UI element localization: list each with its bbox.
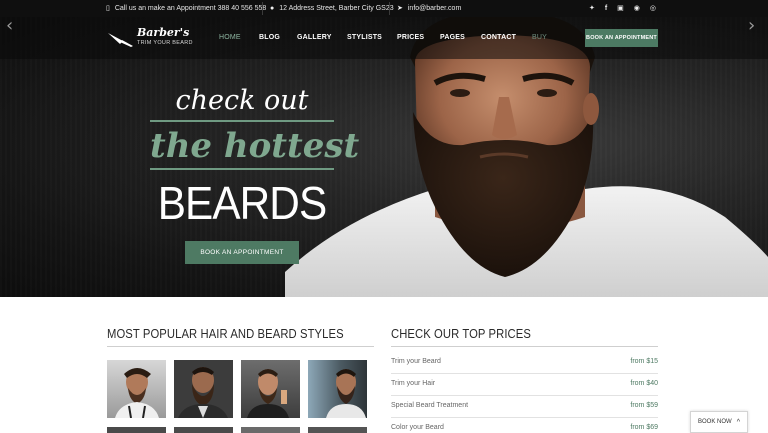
brand-name: Barber's [137,26,190,39]
dribbble-icon[interactable]: ◎ [650,5,656,12]
page: ▯ Call us an make an Appointment 388 40 … [0,0,768,433]
hero-rule-top [150,120,334,122]
nav-item-home[interactable]: HOME [219,34,241,44]
instagram-icon[interactable]: ▣ [617,5,624,12]
book-now-label: BOOK NOW [698,419,732,425]
style-thumbnail-row-2[interactable] [107,427,166,433]
style-thumbnail-row-2[interactable] [308,427,367,433]
price-row: Color your Beard from $69 [391,418,658,433]
brand-tagline: TRIM YOUR BEARD [137,40,193,46]
phone-icon: ▯ [106,5,110,12]
chevron-up-icon: ^ [736,418,740,426]
map-pin-icon: ● [270,5,275,12]
hero-line-1: check out [175,85,309,116]
main-navbar: Barber's TRIM YOUR BEARD HOME BLOG GALLE… [0,17,768,59]
price-amount: from $15 [630,358,658,365]
twitter-icon[interactable]: ✦ [589,5,595,12]
style-thumbnail-row-2[interactable] [241,427,300,433]
phone-text: Call us an make an Appointment 388 40 55… [114,5,267,12]
slider-prev-arrow-icon[interactable]: ‹ [6,15,13,36]
email-info[interactable]: ➤ info@barber.com [397,0,461,17]
style-photo [115,368,159,418]
pinterest-icon[interactable]: ◉ [634,5,640,12]
style-photo [247,369,289,418]
style-photo [178,367,228,418]
price-amount: from $59 [630,402,658,409]
style-thumbnail[interactable] [241,360,300,418]
address-info: ● 12 Address Street, Barber City GS23 [270,0,394,17]
hero-line-3: BEARDS [157,177,327,229]
price-amount: from $40 [630,380,658,387]
book-appointment-nav-button[interactable]: BOOK AN APPOINTMENT [585,29,658,47]
email-text: info@barber.com [407,5,462,12]
book-appointment-hero-button[interactable]: BOOK AN APPOINTMENT [185,241,299,264]
price-service: Trim your Hair [391,380,436,387]
prices-section-title: CHECK OUR TOP PRICES [391,327,531,341]
nav-item-blog[interactable]: BLOG [259,34,280,44]
phone-info[interactable]: ▯ Call us an make an Appointment 388 40 … [106,0,266,17]
price-service: Trim your Beard [391,358,441,365]
top-info-bar: ▯ Call us an make an Appointment 388 40 … [0,0,768,17]
style-thumbnail[interactable] [107,360,166,418]
nav-item-pages[interactable]: PAGES [440,34,465,44]
paper-plane-icon: ➤ [397,5,403,12]
style-thumbnail[interactable] [174,360,233,418]
divider [262,2,263,15]
address-text: 12 Address Street, Barber City GS23 [279,5,394,12]
price-row: Special Beard Treatment from $59 [391,396,658,418]
price-service: Special Beard Treatment [391,402,469,409]
style-photo [326,369,366,418]
razor-icon [108,33,133,47]
style-thumbnail[interactable] [308,360,367,418]
nav-item-gallery[interactable]: GALLERY [297,34,332,44]
hero-rule-bottom [150,168,334,170]
nav-item-prices[interactable]: PRICES [397,34,424,44]
prices-section-divider [391,346,658,347]
social-links: ✦ f ▣ ◉ ◎ [589,0,656,17]
styles-section-title: MOST POPULAR HAIR AND BEARD STYLES [107,327,344,341]
hero-line-2: the hottest [150,126,360,166]
book-now-floating-button[interactable]: BOOK NOW ^ [690,411,748,433]
styles-section-divider [107,346,374,347]
nav-item-buy[interactable]: BUY [532,34,547,44]
divider [389,2,390,15]
style-thumbnail-row-2[interactable] [174,427,233,433]
price-row: Trim your Hair from $40 [391,374,658,396]
nav-item-stylists[interactable]: STYLISTS [347,34,382,44]
price-row: Trim your Beard from $15 [391,352,658,374]
price-service: Color your Beard [391,424,444,431]
logo[interactable]: Barber's TRIM YOUR BEARD [107,26,197,52]
price-amount: from $69 [630,424,658,431]
nav-item-contact[interactable]: CONTACT [481,34,516,44]
slider-next-arrow-icon[interactable]: › [748,15,755,36]
facebook-icon[interactable]: f [605,5,607,12]
